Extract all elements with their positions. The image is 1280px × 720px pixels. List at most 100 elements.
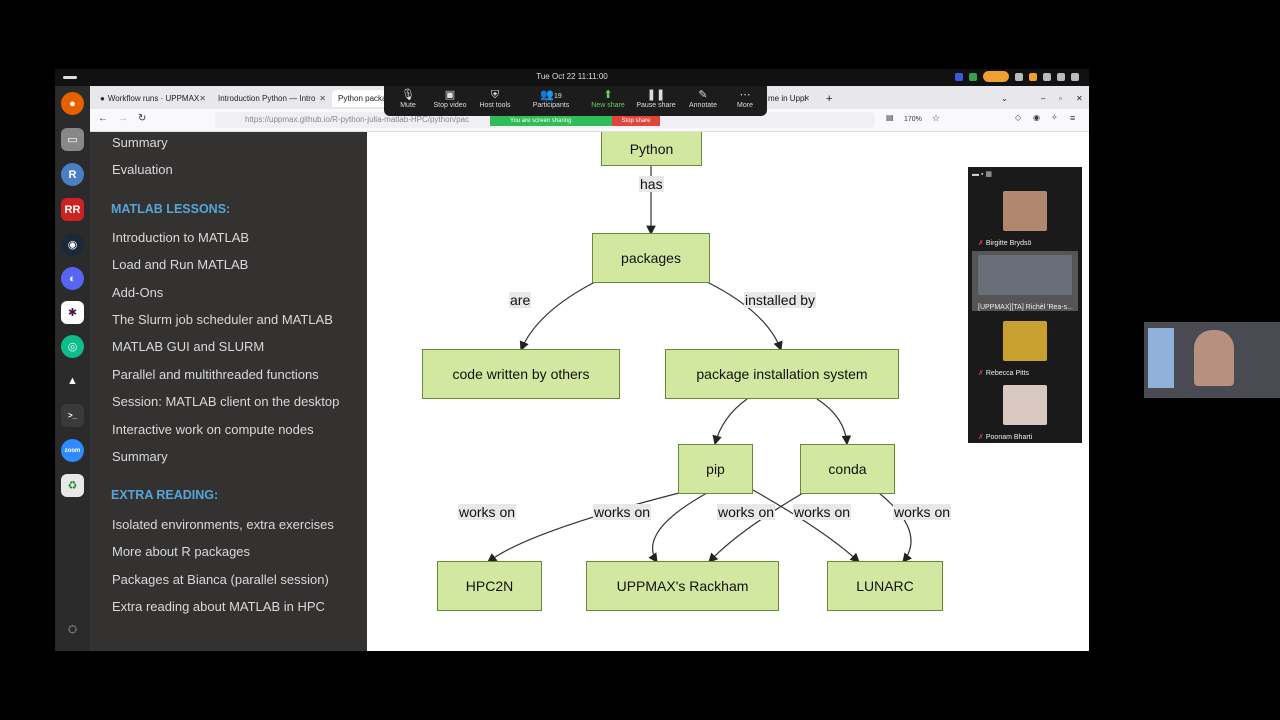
sidebar-item-slurm-matlab[interactable]: The Slurm job scheduler and MATLAB: [112, 312, 333, 327]
participant-tile[interactable]: ✗ Rebecca Pitts: [972, 317, 1078, 377]
more-button[interactable]: ⋯ More: [721, 88, 769, 109]
sidebar-item-summary[interactable]: Summary: [112, 135, 168, 150]
sidebar-item-intro-matlab[interactable]: Introduction to MATLAB: [112, 230, 249, 245]
self-video-thumbnail[interactable]: [1144, 322, 1280, 398]
close-tab-icon[interactable]: ✕: [803, 94, 810, 103]
sidebar-item-matlab-summary[interactable]: Summary: [112, 449, 168, 464]
participant-tile[interactable]: ✗ Birgitte Brydsö: [972, 187, 1078, 247]
panel-toolbar: ▬ ▪ ▦: [972, 170, 1078, 180]
more-icon: ⋯: [739, 89, 751, 101]
account-icon[interactable]: ◉: [1033, 113, 1040, 122]
node-pip: pip: [678, 444, 753, 494]
close-tab-icon[interactable]: ✕: [319, 94, 326, 103]
files-icon[interactable]: ▭: [61, 128, 84, 151]
sidebar-item-add-ons[interactable]: Add-Ons: [112, 285, 163, 300]
edge-pip-lunarc: [752, 489, 860, 563]
network-icon[interactable]: [1043, 72, 1051, 81]
participants-button[interactable]: 👥19 Participants: [527, 88, 575, 109]
edge-install-pip: [712, 398, 748, 446]
reader-view-icon[interactable]: ▤: [886, 113, 894, 122]
sidebar-item-r-packages[interactable]: More about R packages: [112, 544, 250, 559]
inkscape-icon[interactable]: ▲: [61, 369, 84, 392]
node-uppmax-rackham: UPPMAX's Rackham: [586, 561, 779, 611]
discord-icon[interactable]: ◐: [61, 267, 84, 290]
tab-list-chevron-down-icon[interactable]: ⌄: [995, 90, 1011, 107]
layout-icon[interactable]: ▪: [981, 171, 983, 178]
edge-label-works-on-1: works on: [458, 504, 517, 520]
system-clock[interactable]: Tue Oct 22 11:11:00: [55, 72, 1089, 81]
pause-share-button[interactable]: ❚❚ Pause share: [632, 88, 680, 109]
tab-python-packages[interactable]: Python packa: [332, 90, 392, 107]
tab-welcome-uppmax[interactable]: me in Uppl ✕: [762, 90, 814, 107]
steam-icon[interactable]: ◉: [61, 233, 84, 256]
annotate-button[interactable]: ✎ Annotate: [679, 88, 727, 109]
close-window-button[interactable]: ✕: [1070, 90, 1084, 107]
participant-tile[interactable]: [UPPMAX][TA] Richèl 'Rea-s...: [972, 251, 1078, 311]
sidebar-item-session-client[interactable]: Session: MATLAB client on the desktop: [112, 394, 339, 409]
zoom-meeting-controls: 🎙 Mute ▣ Stop video ⛨ Host tools 👥19 Par…: [384, 86, 767, 116]
terminal-icon[interactable]: >_: [61, 404, 84, 427]
volume-icon[interactable]: [1057, 72, 1065, 81]
sidebar-heading-matlab: MATLAB LESSONS:: [111, 202, 231, 216]
sidebar-item-load-run-matlab[interactable]: Load and Run MATLAB: [112, 257, 248, 272]
minimize-panel-icon[interactable]: ▬: [972, 171, 979, 178]
sidebar-item-bianca[interactable]: Packages at Bianca (parallel session): [112, 572, 329, 587]
muted-mic-icon: ✗: [978, 240, 984, 247]
back-arrow-icon[interactable]: ←: [98, 113, 108, 124]
self-video-face: [1194, 330, 1234, 386]
forward-arrow-icon[interactable]: →: [118, 113, 128, 124]
node-lunarc: LUNARC: [827, 561, 943, 611]
close-tab-icon[interactable]: ✕: [199, 94, 206, 103]
zoom-level[interactable]: 170%: [904, 116, 922, 123]
extensions-icon[interactable]: ✧: [1051, 113, 1058, 122]
slack-icon[interactable]: ✱: [61, 301, 84, 324]
battery-icon[interactable]: [1071, 72, 1079, 81]
shield-icon: ⛨: [490, 89, 500, 101]
tab-label: me in Uppl: [768, 94, 807, 103]
menu-icon[interactable]: ≡: [1070, 113, 1075, 123]
edge-packages-code: [519, 281, 596, 352]
sidebar-item-matlab-gui-slurm[interactable]: MATLAB GUI and SLURM: [112, 339, 264, 354]
node-python: Python: [601, 132, 702, 166]
r-icon[interactable]: R: [61, 163, 84, 186]
participant-name: Rebecca Pitts: [985, 370, 1030, 377]
new-share-button[interactable]: ⬆ New share: [584, 88, 632, 109]
stop-video-button[interactable]: ▣ Stop video: [426, 88, 474, 109]
gallery-icon[interactable]: ▦: [985, 171, 992, 178]
bluetooth-icon[interactable]: [1015, 72, 1023, 81]
participant-name: Birgitte Brydsö: [985, 240, 1032, 247]
reload-icon[interactable]: ↻: [138, 113, 146, 124]
edge-pip-rackham: [648, 492, 708, 563]
trash-icon[interactable]: ♻: [61, 474, 84, 497]
sidebar-item-matlab-hpc[interactable]: Extra reading about MATLAB in HPC: [112, 599, 325, 614]
zoom-tray-icon[interactable]: [955, 72, 963, 81]
sidebar-item-evaluation[interactable]: Evaluation: [112, 162, 173, 177]
edge-label-are: are: [509, 292, 532, 308]
participant-tile[interactable]: ✗ Poonam Bharti: [972, 381, 1078, 441]
new-tab-button[interactable]: +: [820, 90, 836, 107]
sidebar-item-parallel[interactable]: Parallel and multithreaded functions: [112, 367, 319, 382]
bookmark-star-icon[interactable]: ☆: [932, 113, 940, 124]
host-tools-button[interactable]: ⛨ Host tools: [471, 88, 519, 109]
show-apps-icon[interactable]: ◌: [61, 618, 84, 641]
zoom-icon[interactable]: zoom: [61, 439, 84, 462]
mute-button[interactable]: 🎙 Mute: [384, 88, 432, 109]
pocket-icon[interactable]: ◇: [1015, 113, 1021, 122]
sidebar-item-interactive[interactable]: Interactive work on compute nodes: [112, 422, 314, 437]
screen-share-indicator-icon[interactable]: [983, 71, 1009, 82]
system-tray[interactable]: [955, 71, 1079, 82]
participant-video: [1003, 191, 1047, 231]
sidebar-item-isolated-env[interactable]: Isolated environments, extra exercises: [112, 517, 334, 532]
os-top-bar: Tue Oct 22 11:11:00: [55, 69, 1089, 86]
stop-share-button[interactable]: Stop share: [612, 116, 660, 126]
firefox-icon[interactable]: ●: [61, 92, 84, 115]
minimize-button[interactable]: –: [1035, 90, 1049, 107]
tab-workflow-runs[interactable]: ● Workflow runs · UPPMAX ✕: [94, 90, 210, 107]
tab-label: Introduction Python — Intro: [218, 94, 316, 103]
maximize-button[interactable]: ▫: [1053, 90, 1067, 107]
tab-introduction-python[interactable]: Introduction Python — Intro ✕: [212, 90, 330, 107]
microphone-tray-icon[interactable]: [1029, 72, 1037, 81]
element-icon[interactable]: ◎: [61, 335, 84, 358]
shield-tray-icon[interactable]: [969, 72, 977, 81]
rstudio-icon[interactable]: RR: [61, 198, 84, 221]
